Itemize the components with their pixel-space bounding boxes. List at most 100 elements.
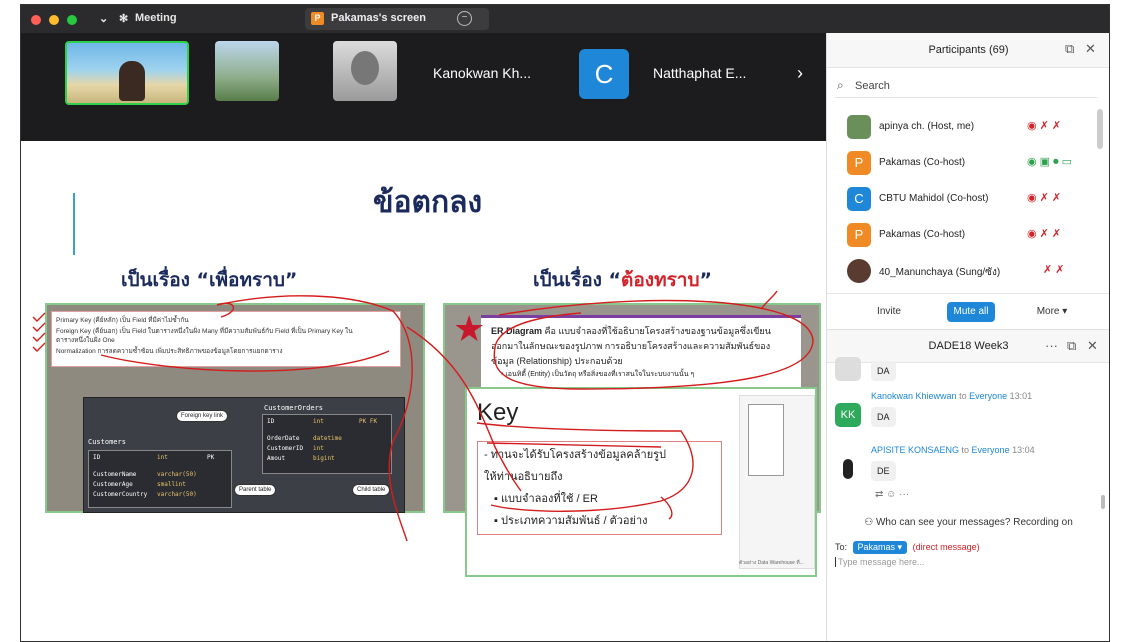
- sender-to: to: [959, 445, 972, 455]
- key-title: Key: [477, 399, 519, 426]
- close-icon[interactable]: ✕: [1085, 41, 1096, 57]
- participant-media-icons[interactable]: ✗ ✗: [1043, 263, 1065, 276]
- participant-row[interactable]: P Pakamas (Co-host) ◉ ▣ ⏺ ▭: [827, 145, 1102, 181]
- next-page-icon[interactable]: ›: [797, 63, 803, 84]
- chat-header: DADE18 Week3 ··· ⧉ ✕: [827, 329, 1109, 363]
- participant-row[interactable]: apinya ch. (Host, me) ◉ ✗ ✗: [827, 109, 1102, 145]
- participant-media-icons[interactable]: ◉ ✗ ✗: [1027, 191, 1061, 204]
- figure-icon: [843, 459, 853, 479]
- right-heading-suffix: ”: [699, 269, 713, 291]
- zoom-window: ⌄ ✻ Meeting P Pakamas's screen − Kanokwa…: [20, 4, 1110, 642]
- screen-share-label: Pakamas's screen: [331, 12, 426, 24]
- avatar: KK: [835, 403, 861, 427]
- message-sender-line: Kanokwan Khiewwan to Everyone 13:01: [871, 391, 1032, 401]
- left-heading: เป็นเรื่อง “เพื่อทราบ”: [121, 269, 298, 291]
- er-line-3: ข้อมูล (Relationship) ประกอบด้วย: [491, 356, 623, 366]
- key-line: ▪ แบบจำลองที่ใช้ / ER: [494, 493, 598, 505]
- video-tile-3[interactable]: [333, 41, 397, 101]
- mute-all-button[interactable]: Mute all: [947, 302, 995, 322]
- view-chevron-icon[interactable]: ⌄: [99, 12, 108, 25]
- participants-actions: Invite Mute all More ▾: [827, 293, 1109, 328]
- customers-table-title: Customers: [88, 438, 126, 446]
- right-heading: เป็นเรื่อง “ต้องทราบ”: [533, 265, 712, 295]
- definitions-box: Primary Key (คีย์หลัก) เป็น Field ที่มีค…: [51, 311, 401, 367]
- orders-col-key: ID: [267, 418, 275, 425]
- accent-line: [73, 193, 75, 255]
- avatar: [847, 115, 871, 139]
- avatar: P: [847, 223, 871, 247]
- participant-media-icons[interactable]: ◉ ✗ ✗: [1027, 119, 1061, 132]
- fk-callout: Foreign key link: [176, 410, 229, 422]
- avatar: [835, 457, 861, 481]
- video-tile-c-avatar[interactable]: C: [579, 49, 629, 99]
- def-line-1: Primary Key (คีย์หลัก) เป็น Field ที่มีค…: [56, 317, 189, 324]
- recipient-dropdown[interactable]: Pakamas ▾: [852, 541, 908, 554]
- participant-row[interactable]: P Pakamas (Co-host) ◉ ✗ ✗: [827, 217, 1102, 253]
- avatar: [847, 259, 871, 283]
- tile-name-natthaphat: Natthaphat E...: [653, 65, 747, 81]
- participant-name: apinya ch. (Host, me): [879, 121, 975, 132]
- participant-row[interactable]: C CBTU Mahidol (Co-host) ◉ ✗ ✗: [827, 181, 1102, 217]
- participants-search[interactable]: ⌕ Search: [835, 75, 1097, 98]
- thumb-table: [748, 404, 784, 476]
- right-heading-red: ต้องทราบ: [621, 269, 700, 291]
- orders-col-key: CustomerID: [267, 445, 304, 452]
- avatar: C: [847, 187, 871, 211]
- customers-table: ID int PK CustomerName varchar(50) Custo…: [88, 450, 232, 508]
- reaction-icons[interactable]: ⇄ ☺ ···: [875, 489, 909, 500]
- search-input[interactable]: Search: [855, 80, 890, 92]
- key-line: ▪ ประเภทความสัมพันธ์ / ตัวอย่าง: [494, 515, 648, 527]
- to-label: To:: [835, 542, 848, 552]
- child-callout: Child table: [352, 484, 391, 496]
- who-can-see-text: Who can see your messages? Recording on: [875, 517, 1073, 528]
- chat-message: DA: [871, 407, 896, 427]
- er-line-2: ออกมาในลักษณะของรูปภาพ การอธิบายโครงสร้า…: [491, 341, 771, 351]
- participant-name: Pakamas (Co-host): [879, 157, 966, 168]
- video-tile-2[interactable]: [215, 41, 279, 101]
- customers-col-type: int: [157, 454, 168, 461]
- customers-col-key: CustomerAge: [93, 481, 133, 488]
- shared-slide: ข้อตกลง เป็นเรื่อง “เพื่อทราบ” เป็นเรื่อ…: [21, 141, 826, 591]
- customers-col-type: varchar(50): [157, 491, 197, 498]
- avatar: [835, 357, 861, 381]
- close-window-button[interactable]: [31, 15, 41, 25]
- participant-media-icons[interactable]: ◉ ✗ ✗: [1027, 227, 1061, 240]
- sender-name: APISITE KONSAENG: [871, 445, 960, 455]
- orders-col-type: datetime: [313, 435, 342, 442]
- paw-icon: ✻: [119, 13, 129, 25]
- key-line: - ท่านจะได้รับโครงสร้างข้อมูลคล้ายรูป: [484, 449, 667, 461]
- key-line: ให้ท่านอธิบายถึง: [484, 471, 563, 483]
- direct-message-note: (direct message): [912, 542, 980, 552]
- key-box: Key - ท่านจะได้รับโครงสร้างข้อมูลคล้ายรู…: [465, 387, 817, 577]
- chat-scrollbar[interactable]: [1101, 495, 1105, 509]
- popout-icon[interactable]: ⧉: [1065, 41, 1074, 57]
- minimize-share-icon[interactable]: −: [457, 11, 472, 26]
- maximize-window-button[interactable]: [67, 15, 77, 25]
- orders-table: ID int PK FK OrderDate datetime Customer…: [262, 414, 392, 474]
- more-button[interactable]: More ▾: [1027, 302, 1077, 322]
- participant-name: CBTU Mahidol (Co-host): [879, 193, 989, 204]
- participant-media-icons[interactable]: ◉ ▣ ⏺ ▭: [1027, 155, 1072, 169]
- message-time: 13:01: [1007, 391, 1033, 401]
- minimize-window-button[interactable]: [49, 15, 59, 25]
- customers-col-type: varchar(50): [157, 471, 197, 478]
- def-line-3: ตารางหนึ่งในฝั่ง One: [56, 337, 115, 344]
- search-icon: ⌕: [837, 78, 844, 92]
- people-icon: ⚇: [864, 517, 876, 528]
- screen-share-tab[interactable]: P Pakamas's screen −: [305, 8, 489, 30]
- invite-button[interactable]: Invite: [869, 302, 909, 322]
- chat-more-icon[interactable]: ···: [1045, 338, 1058, 353]
- def-line-4: Normalization การลดความซ้ำซ้อน เพิ่มประส…: [56, 348, 283, 355]
- chat-close-icon[interactable]: ✕: [1087, 338, 1098, 354]
- participant-row[interactable]: 40_Manunchaya (Sung/ซัง) ✗ ✗: [827, 253, 1102, 289]
- chat-input[interactable]: Type message here...: [835, 557, 925, 567]
- chat-popout-icon[interactable]: ⧉: [1067, 338, 1076, 354]
- customers-col-key: CustomerName: [93, 471, 137, 478]
- orders-col-type: int: [313, 445, 324, 452]
- customers-col-type: smallint: [157, 481, 186, 488]
- participants-header: Participants (69) ⧉ ✕: [827, 33, 1109, 68]
- video-tile-host[interactable]: [65, 41, 189, 105]
- participant-name: 40_Manunchaya (Sung/ซัง): [879, 267, 1001, 278]
- thumb-caption: ตัวอย่าง Data Warehouse ที่...: [739, 560, 804, 566]
- who-can-see-link[interactable]: ⚇ Who can see your messages? Recording o…: [827, 517, 1109, 528]
